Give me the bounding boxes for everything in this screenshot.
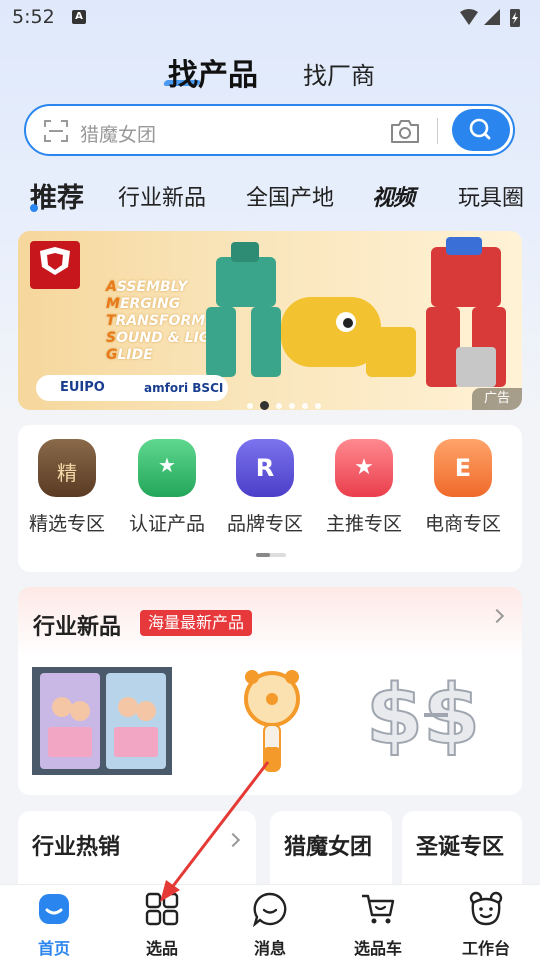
quick-entry-label: 认证产品 [128, 513, 205, 535]
tab-find-manufacturers[interactable]: 找厂商 [303, 56, 375, 91]
ecommerce-bag-icon: E [434, 439, 492, 497]
demon-girls-title: 猎魔女团 [284, 835, 373, 860]
christmas-title: 圣诞专区 [416, 835, 505, 860]
new-products-tag: 海量最新产品 [140, 610, 253, 636]
ad-banner[interactable]: ASSEMBLY MERGING TRANSFORM SOUND & LIGHT… [18, 231, 522, 410]
icon-glyph: 精 [57, 461, 77, 485]
chevron-right-icon[interactable] [225, 832, 241, 848]
nav-label: 选品车 [353, 939, 402, 958]
hot-sales-title: 行业热销 [32, 835, 121, 860]
search-button[interactable] [452, 109, 510, 151]
search-input[interactable]: 猎魔女团 [80, 120, 156, 147]
message-icon [252, 892, 287, 928]
nav-messages[interactable]: 消息 [230, 891, 310, 959]
carousel-dot [276, 403, 282, 409]
certification-badges: EUIPO amfori BSCI [36, 375, 228, 401]
quick-entry-scroll-indicator [256, 553, 286, 557]
grid-icon [145, 892, 179, 926]
toy-robots-image [206, 237, 506, 387]
notification-icon: A [72, 10, 86, 24]
quick-entry-selected-zone[interactable]: 精 精选专区 [18, 439, 116, 536]
category-tab-national-origin[interactable]: 全国产地 [246, 180, 334, 212]
status-bar: 5:52 A [0, 0, 540, 36]
cart-icon [362, 894, 395, 924]
nav-home[interactable]: 首页 [14, 891, 94, 959]
featured-star-icon: ★ [335, 439, 393, 497]
badge-amfori: amfori BSCI [144, 381, 224, 395]
search-divider [437, 118, 438, 144]
search-bar[interactable]: 猎魔女团 [24, 104, 515, 156]
active-category-dot [30, 204, 38, 212]
nav-label: 首页 [37, 939, 70, 958]
quick-entry-certified-products[interactable]: ★ 认证产品 [118, 439, 216, 536]
camera-icon[interactable] [390, 118, 420, 144]
nav-cart[interactable]: 选品车 [338, 891, 418, 959]
new-products-card[interactable]: 行业新品 海量最新产品 $$ [18, 587, 522, 795]
ad-label: 广告 [472, 388, 522, 410]
category-tab-video[interactable]: 视频 [372, 180, 415, 212]
top-tabs: 找产品 找厂商 [0, 50, 540, 93]
quick-entry-brand-zone[interactable]: R 品牌专区 [216, 439, 314, 536]
home-icon [39, 894, 69, 924]
tab-find-products[interactable]: 找产品 [168, 50, 258, 94]
icon-glyph: E [454, 454, 472, 482]
quick-entry-label: 精选专区 [28, 513, 105, 535]
nav-label: 工作台 [461, 939, 510, 958]
product-image-dollar-glasses[interactable]: $$ [366, 667, 506, 775]
system-status-icons [460, 9, 520, 27]
icon-glyph: ★ [158, 453, 176, 477]
icon-glyph: R [255, 454, 275, 482]
product-image-fan[interactable] [202, 667, 342, 775]
quick-entry-label: 电商专区 [424, 513, 501, 535]
category-tabs: 推荐 行业新品 全国产地 视频 玩具圈 [0, 176, 540, 215]
quick-entry-grid: 精 精选专区 ★ 认证产品 R 品牌专区 ★ 主推专区 E 电商专区 [18, 425, 522, 572]
carousel-dot-active [260, 401, 269, 410]
product-image-dolls[interactable] [32, 667, 172, 775]
carousel-indicator [247, 394, 328, 410]
scan-icon[interactable] [44, 119, 68, 143]
quick-entry-featured-zone[interactable]: ★ 主推专区 [315, 439, 413, 536]
quick-entry-label: 主推专区 [325, 513, 402, 535]
quick-entry-label: 品牌专区 [226, 513, 303, 535]
nav-label: 选品 [145, 939, 178, 958]
brand-logo [30, 241, 80, 289]
nav-selection[interactable]: 选品 [122, 891, 202, 959]
carousel-dot [302, 403, 308, 409]
status-time: 5:52 [12, 6, 55, 28]
bottom-nav: 首页 选品 消息 选品车 工作台 [0, 884, 540, 960]
quick-entry-ecommerce-zone[interactable]: E 电商专区 [414, 439, 512, 536]
workbench-icon [469, 891, 503, 926]
nav-label: 消息 [253, 939, 286, 958]
brand-r-icon: R [236, 439, 294, 497]
carousel-dot [289, 403, 295, 409]
search-icon [469, 118, 491, 140]
badge-euipo: EUIPO [60, 380, 105, 395]
certificate-icon: ★ [138, 439, 196, 497]
carousel-dot [315, 403, 321, 409]
category-tab-new-products[interactable]: 行业新品 [118, 180, 206, 212]
nav-workbench[interactable]: 工作台 [446, 891, 526, 959]
carousel-dot [247, 403, 253, 409]
svg-text:$$: $$ [366, 668, 480, 763]
shopping-bag-icon: 精 [38, 439, 96, 497]
category-tab-recommend[interactable]: 推荐 [30, 176, 84, 215]
category-tab-toy-circle[interactable]: 玩具圈 [458, 180, 524, 212]
new-products-title: 行业新品 [33, 615, 122, 640]
icon-glyph: ★ [354, 455, 374, 480]
